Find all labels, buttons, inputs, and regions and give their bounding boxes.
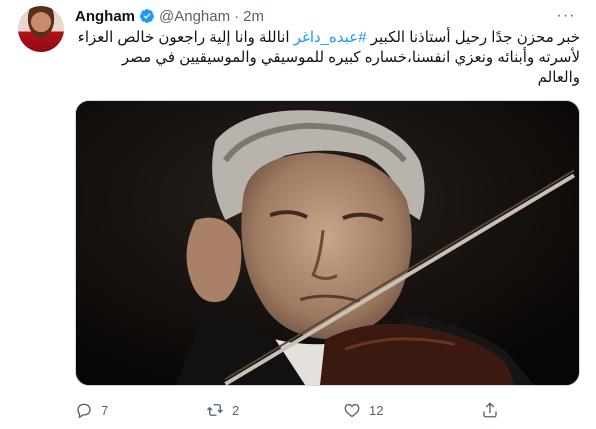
tweet-header: Angham @Angham · 2m [75,6,264,26]
more-icon[interactable]: ··· [554,4,578,28]
share-button[interactable] [481,398,499,422]
author-name[interactable]: Angham [75,8,135,25]
violinist-photo-illustration [76,101,579,385]
author-handle[interactable]: @Angham [159,8,230,25]
tweet[interactable]: Angham @Angham · 2m ··· خبر محزن جدًا رح… [0,0,596,429]
reply-count: 7 [101,402,109,418]
tweet-photo[interactable] [75,100,580,386]
like-button[interactable]: 12 [343,398,383,422]
tweet-timestamp[interactable]: 2m [243,8,264,25]
avatar[interactable] [18,6,64,52]
tweet-text-segment: خبر محزن جدًا رحيل أستاذنا الكبير [366,29,580,46]
tweet-actions: 7 2 12 [75,398,505,422]
like-icon [344,403,360,418]
like-count: 12 [369,402,384,418]
reply-button[interactable]: 7 [75,398,108,422]
verified-icon [139,9,154,23]
tweet-text-line-3: والعالم [537,69,580,86]
tweet-text: خبر محزن جدًا رحيل أستاذنا الكبير #عبده_… [75,28,580,88]
hashtag-link[interactable]: #عبده_داغر [294,29,367,46]
retweet-button[interactable]: 2 [206,398,239,422]
reply-icon [77,403,91,419]
retweet-icon [207,404,223,416]
tweet-text-segment: اناللة وانا إلية راجعون خالص العزاء [77,29,294,46]
share-icon [483,402,497,418]
tweet-text-line-1: خبر محزن جدًا رحيل أستاذنا الكبير #عبده_… [75,28,580,48]
tweet-text-line-2: لأسرته وأبنائه ونعزي انفسنا،خساره كبيره … [121,49,580,66]
separator-dot: · [234,7,240,25]
retweet-count: 2 [232,402,240,418]
